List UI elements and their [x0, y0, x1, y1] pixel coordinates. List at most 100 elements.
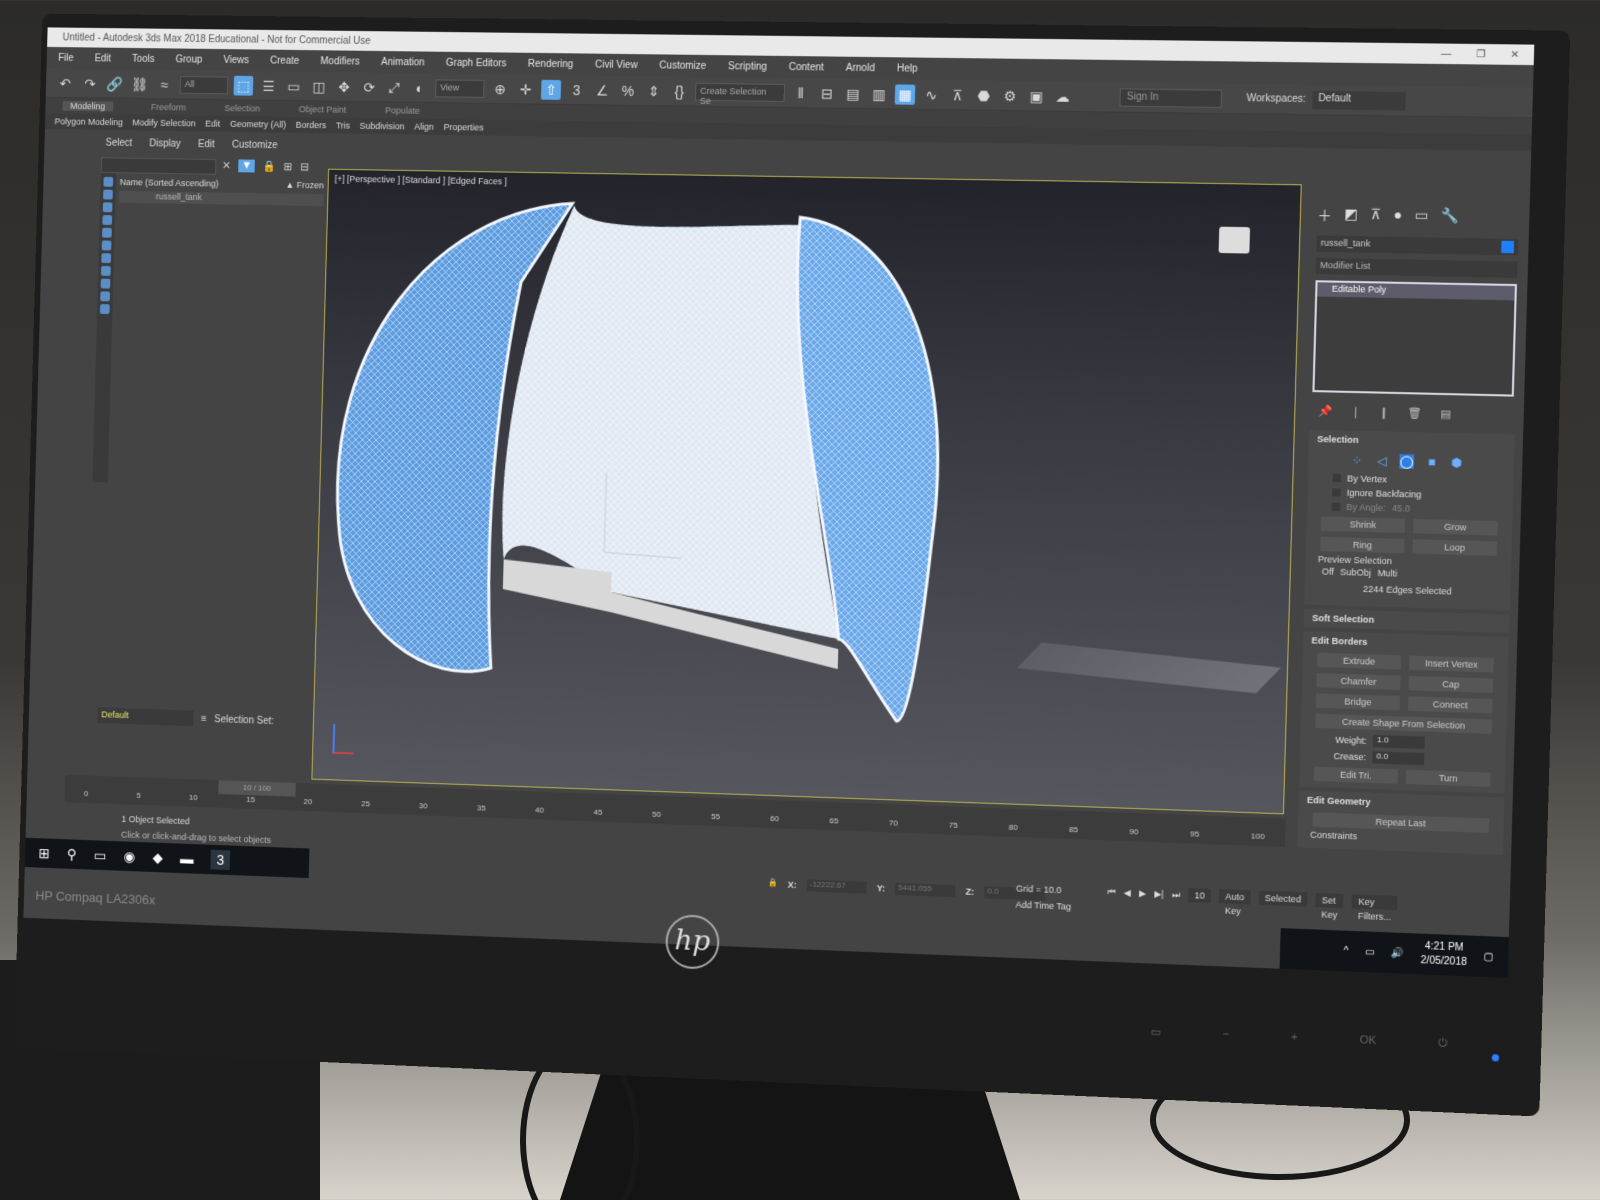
explorer-menu-customize[interactable]: Customize: [232, 140, 278, 152]
insert-vertex-button[interactable]: Insert Vertex: [1409, 656, 1494, 673]
pivot-icon[interactable]: ⊕: [490, 79, 510, 99]
layer-manager-icon[interactable]: ▤: [843, 83, 864, 103]
bones-filter-icon[interactable]: [101, 279, 111, 289]
placement-icon[interactable]: ◐: [410, 78, 430, 98]
x-coordinate-input[interactable]: -12222.67: [806, 879, 866, 893]
scale-icon[interactable]: ⤢: [385, 77, 405, 97]
extrude-button[interactable]: Extrude: [1317, 653, 1401, 670]
object-name-field[interactable]: russell_tank: [1316, 235, 1518, 255]
stack-item-editable-poly[interactable]: Editable Poly: [1317, 282, 1515, 300]
tab-freeform[interactable]: Freeform: [151, 102, 186, 112]
move-icon[interactable]: ✥: [334, 77, 354, 97]
edge-mode-icon[interactable]: ◁: [1374, 454, 1389, 469]
monitor-plus-button[interactable]: +: [1291, 1031, 1298, 1044]
menu-graph-editors[interactable]: Graph Editors: [446, 57, 507, 69]
shapes-filter-icon[interactable]: [103, 190, 113, 200]
explorer-search-input[interactable]: [101, 157, 216, 175]
align-icon[interactable]: ⊟: [816, 83, 837, 103]
menu-customize[interactable]: Customize: [659, 60, 706, 72]
snap-toggle-icon[interactable]: 3: [567, 80, 587, 100]
ring-button[interactable]: Ring: [1320, 537, 1404, 554]
menu-group[interactable]: Group: [175, 54, 202, 65]
add-time-tag-button[interactable]: Add Time Tag: [1015, 900, 1071, 912]
search-icon[interactable]: ⚲: [67, 846, 77, 863]
show-end-result-icon[interactable]: ❘: [1351, 405, 1361, 418]
lock-icon[interactable]: 🔒: [262, 160, 276, 173]
autodesk-icon[interactable]: ◆: [152, 849, 163, 866]
xrefs-filter-icon[interactable]: [101, 266, 111, 276]
menu-edit[interactable]: Edit: [94, 53, 111, 64]
close-button[interactable]: ✕: [1510, 49, 1519, 60]
3dsmax-taskbar-icon[interactable]: 3: [211, 850, 231, 870]
current-frame-input[interactable]: 10: [1188, 888, 1211, 903]
subtab-geometry-all[interactable]: Geometry (All): [230, 119, 286, 130]
subtab-tris[interactable]: Tris: [336, 121, 351, 131]
notifications-icon[interactable]: ▢: [1484, 951, 1494, 963]
menu-arnold[interactable]: Arnold: [846, 62, 875, 73]
shrink-button[interactable]: Shrink: [1321, 516, 1405, 532]
weight-input[interactable]: 1.0: [1373, 735, 1425, 749]
minimize-button[interactable]: —: [1441, 48, 1452, 59]
menu-views[interactable]: Views: [223, 54, 249, 65]
preview-multi-radio[interactable]: Multi: [1377, 568, 1397, 579]
undo-icon[interactable]: ↶: [55, 73, 75, 93]
task-view-icon[interactable]: ▭: [94, 847, 107, 864]
clock[interactable]: 4:21 PM 2/05/2018: [1420, 940, 1467, 970]
tab-selection[interactable]: Selection: [224, 103, 260, 113]
previous-frame-icon[interactable]: ◀: [1124, 887, 1131, 898]
layers-icon[interactable]: ≡: [201, 713, 207, 724]
utilities-tab-icon[interactable]: 🔧: [1441, 207, 1460, 228]
border-mode-icon[interactable]: ◯: [1399, 454, 1414, 469]
make-unique-icon[interactable]: ❙: [1379, 406, 1389, 419]
scene-explorer-icon[interactable]: ▥: [869, 84, 890, 104]
subtab-align[interactable]: Align: [414, 122, 434, 132]
grow-button[interactable]: Grow: [1413, 519, 1498, 536]
schematic-view-icon[interactable]: ⊼: [947, 85, 968, 105]
material-editor-icon[interactable]: ⬣: [973, 85, 994, 105]
connect-button[interactable]: Connect: [1408, 696, 1493, 713]
spinner-snap-icon[interactable]: ⇕: [643, 81, 663, 101]
select-object-icon[interactable]: ⬚: [234, 75, 254, 95]
y-coordinate-input[interactable]: 5441.055: [895, 883, 956, 897]
monitor-ok-button[interactable]: OK: [1359, 1034, 1376, 1048]
render-setup-icon[interactable]: ⚙: [1000, 85, 1021, 105]
explorer-menu-edit[interactable]: Edit: [198, 139, 215, 150]
network-icon[interactable]: ▭: [1365, 946, 1375, 958]
chrome-icon[interactable]: ◉: [123, 848, 135, 865]
create-tab-icon[interactable]: ＋: [1317, 205, 1332, 226]
menu-content[interactable]: Content: [789, 62, 824, 73]
windows-start-icon[interactable]: ⊞: [38, 845, 50, 862]
selection-filter-dropdown[interactable]: All: [180, 76, 229, 94]
vertex-mode-icon[interactable]: ⁘: [1350, 453, 1365, 468]
mirror-icon[interactable]: ⫴: [791, 83, 812, 103]
ignore-backfacing-checkbox[interactable]: [1332, 488, 1340, 496]
column-frozen[interactable]: ▲ Frozen: [286, 180, 324, 190]
manipulate-icon[interactable]: ✛: [515, 79, 535, 99]
hierarchy-tab-icon[interactable]: ⊼: [1370, 206, 1381, 227]
named-selection-dropdown[interactable]: Create Selection Se: [695, 82, 785, 101]
loop-button[interactable]: Loop: [1412, 539, 1497, 556]
by-angle-input[interactable]: 45.0: [1392, 503, 1410, 514]
volume-icon[interactable]: 🔊: [1391, 947, 1404, 959]
modify-tab-icon[interactable]: ◩: [1344, 205, 1358, 226]
preview-off-radio[interactable]: Off: [1322, 566, 1335, 577]
auto-key-button[interactable]: Auto Key: [1219, 889, 1251, 904]
window-crossing-icon[interactable]: ◫: [309, 76, 329, 96]
keyboard-shortcut-icon[interactable]: ⇧: [541, 79, 561, 99]
frozen-filter-icon[interactable]: [100, 304, 110, 314]
rotate-icon[interactable]: ⟳: [359, 77, 379, 97]
menu-rendering[interactable]: Rendering: [528, 58, 574, 69]
workspace-dropdown[interactable]: Default: [1312, 90, 1406, 110]
subtab-borders[interactable]: Borders: [295, 120, 326, 130]
explorer-menu-display[interactable]: Display: [149, 138, 181, 149]
list-item[interactable]: russell_tank: [119, 191, 323, 206]
tray-chevron-icon[interactable]: ^: [1343, 945, 1348, 956]
redo-icon[interactable]: ↷: [80, 73, 100, 93]
by-vertex-checkbox[interactable]: [1333, 474, 1341, 482]
next-frame-icon[interactable]: ▶|: [1154, 888, 1164, 899]
bridge-button[interactable]: Bridge: [1316, 693, 1400, 710]
set-key-button[interactable]: Set Key: [1315, 893, 1344, 908]
geometry-filter-icon[interactable]: [103, 177, 113, 187]
by-angle-checkbox[interactable]: [1332, 502, 1340, 510]
key-filters-button[interactable]: Key Filters...: [1352, 894, 1398, 910]
